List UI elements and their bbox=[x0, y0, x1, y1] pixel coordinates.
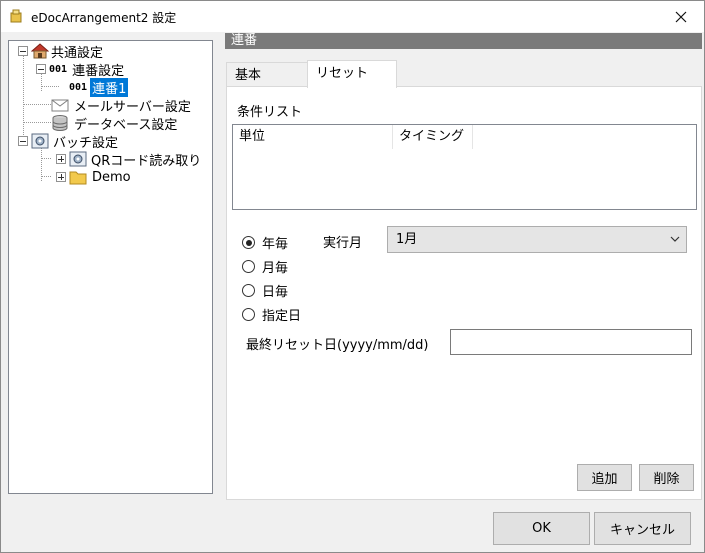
radio-yearly[interactable]: 年毎 bbox=[242, 233, 288, 252]
delete-button[interactable]: 削除 bbox=[639, 464, 694, 491]
radio-button[interactable] bbox=[242, 236, 255, 249]
add-button[interactable]: 追加 bbox=[577, 464, 632, 491]
radio-button[interactable] bbox=[242, 284, 255, 297]
column-header-unit[interactable]: 単位 bbox=[233, 125, 393, 149]
radio-label: 年毎 bbox=[262, 237, 289, 252]
tree-line bbox=[23, 104, 51, 105]
column-header-timing[interactable]: タイミング bbox=[393, 125, 473, 149]
section-header: 連番 bbox=[225, 33, 702, 49]
condition-list[interactable]: 単位 タイミング bbox=[232, 124, 697, 210]
tree-item-common[interactable]: 共通設定 bbox=[31, 42, 105, 61]
execution-month-select[interactable]: 1月 bbox=[387, 226, 687, 253]
tree-item-mail-server[interactable]: メールサーバー設定 bbox=[51, 96, 193, 115]
tree-item-label: 連番1 bbox=[90, 77, 129, 97]
title-bar: eDocArrangement2 設定 bbox=[1, 1, 704, 32]
tree-item-serial-settings[interactable]: 001 連番設定 bbox=[49, 60, 126, 79]
close-icon bbox=[675, 11, 687, 22]
radio-label: 日毎 bbox=[262, 285, 289, 300]
collapse-toggle[interactable] bbox=[18, 136, 28, 146]
tree-item-label: Demo bbox=[92, 169, 131, 185]
last-reset-date-label: 最終リセット日(yyyy/mm/dd) bbox=[246, 338, 429, 353]
tree-item-label: 共通設定 bbox=[51, 45, 104, 61]
settings-tree[interactable]: 共通設定 001 連番設定 001 連番1 メールサーバー設定 データベース設定 bbox=[8, 40, 213, 494]
tab-reset[interactable]: リセット bbox=[307, 60, 397, 88]
collapse-toggle[interactable] bbox=[36, 64, 46, 74]
execution-month-label: 実行月 bbox=[323, 236, 363, 251]
radio-label: 指定日 bbox=[262, 309, 302, 324]
tree-item-qr-reader[interactable]: QRコード読み取り bbox=[69, 150, 203, 169]
house-icon bbox=[31, 43, 49, 59]
tree-item-label: 連番設定 bbox=[72, 63, 125, 79]
tree-line bbox=[41, 176, 51, 177]
serial-number-icon: 001 bbox=[49, 63, 68, 75]
tree-item-label: QRコード読み取り bbox=[91, 153, 202, 169]
batch-gear-icon bbox=[69, 151, 87, 167]
tree-item-batch[interactable]: バッチ設定 bbox=[31, 132, 120, 151]
tree-item-demo[interactable]: Demo bbox=[69, 168, 133, 186]
cancel-button[interactable]: キャンセル bbox=[594, 512, 691, 545]
radio-button[interactable] bbox=[242, 260, 255, 273]
mail-icon bbox=[51, 99, 69, 112]
database-icon bbox=[52, 115, 68, 131]
tree-line bbox=[41, 73, 42, 91]
app-icon bbox=[10, 9, 22, 23]
radio-button[interactable] bbox=[242, 308, 255, 321]
collapse-toggle[interactable] bbox=[18, 46, 28, 56]
tree-item-label: データベース設定 bbox=[74, 117, 178, 133]
tree-line bbox=[23, 55, 24, 145]
tab-basic[interactable]: 基本 bbox=[226, 62, 308, 87]
chevron-down-icon bbox=[670, 236, 680, 242]
radio-specified-date[interactable]: 指定日 bbox=[242, 305, 301, 324]
condition-list-label: 条件リスト bbox=[237, 105, 303, 120]
tree-item-serial-1[interactable]: 001 連番1 bbox=[69, 77, 129, 97]
radio-monthly[interactable]: 月毎 bbox=[242, 257, 288, 276]
tree-line bbox=[41, 158, 51, 159]
expand-toggle[interactable] bbox=[56, 172, 66, 182]
last-reset-date-input[interactable] bbox=[450, 329, 692, 355]
radio-daily[interactable]: 日毎 bbox=[242, 281, 288, 300]
window-title: eDocArrangement2 設定 bbox=[31, 11, 177, 25]
close-button[interactable] bbox=[658, 1, 704, 32]
tree-item-database[interactable]: データベース設定 bbox=[51, 114, 179, 133]
tree-item-label: メールサーバー設定 bbox=[74, 99, 191, 115]
radio-label: 月毎 bbox=[262, 261, 289, 276]
folder-icon bbox=[69, 171, 87, 185]
settings-window: eDocArrangement2 設定 共通設定 001 連番設定 001 連番… bbox=[0, 0, 705, 553]
expand-toggle[interactable] bbox=[56, 154, 66, 164]
serial-number-icon: 001 bbox=[69, 81, 88, 93]
execution-month-value: 1月 bbox=[396, 232, 418, 247]
tree-line bbox=[23, 122, 51, 123]
batch-gear-icon bbox=[31, 133, 49, 149]
tree-item-label: バッチ設定 bbox=[53, 135, 119, 151]
tree-line bbox=[41, 86, 59, 87]
ok-button[interactable]: OK bbox=[493, 512, 590, 545]
